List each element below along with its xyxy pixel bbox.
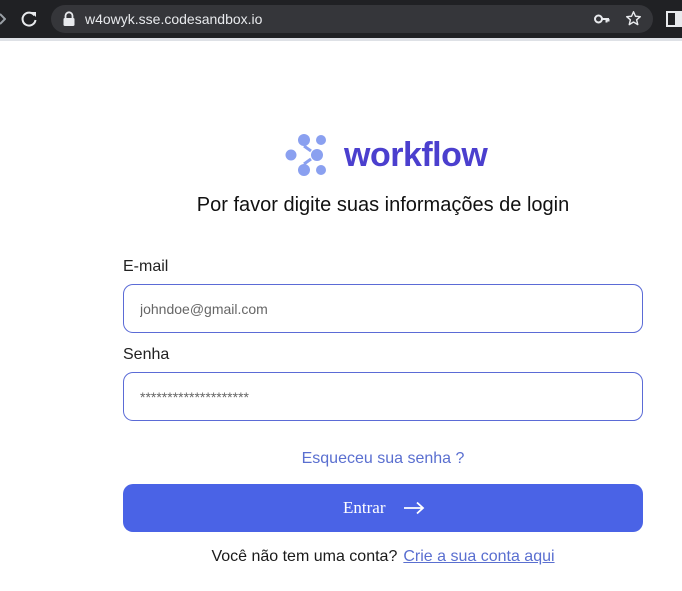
email-label: E-mail	[123, 258, 169, 275]
forward-icon[interactable]	[0, 11, 6, 27]
email-field[interactable]	[123, 284, 643, 333]
workflow-logo-icon	[285, 134, 326, 176]
signup-prompt: Você não tem uma conta?	[211, 548, 398, 565]
address-bar[interactable]: w4owyk.sse.codesandbox.io	[51, 5, 653, 33]
brand-logo: workflow	[283, 132, 488, 178]
key-icon[interactable]	[594, 12, 610, 26]
password-field[interactable]	[123, 372, 643, 421]
page-subtitle: Por favor digite suas informações de log…	[196, 194, 570, 216]
arrow-right-icon	[404, 501, 425, 515]
side-panel-icon[interactable]	[666, 11, 682, 27]
toolbar-divider	[0, 38, 682, 41]
star-icon[interactable]	[625, 10, 642, 27]
password-label: Senha	[123, 346, 170, 363]
browser-toolbar: w4owyk.sse.codesandbox.io	[0, 0, 682, 38]
brand-name: workflow	[344, 136, 488, 174]
login-button[interactable]: Entrar	[123, 484, 643, 532]
url-text[interactable]: w4owyk.sse.codesandbox.io	[85, 11, 262, 27]
signup-row: Você não tem uma conta? Crie a sua conta …	[0, 547, 682, 567]
login-button-label: Entrar	[343, 498, 386, 517]
signup-link[interactable]: Crie a sua conta aqui	[403, 548, 554, 565]
reload-icon[interactable]	[19, 9, 39, 29]
lock-icon[interactable]	[62, 11, 76, 27]
forgot-password-link[interactable]: Esqueceu sua senha ?	[123, 449, 643, 469]
